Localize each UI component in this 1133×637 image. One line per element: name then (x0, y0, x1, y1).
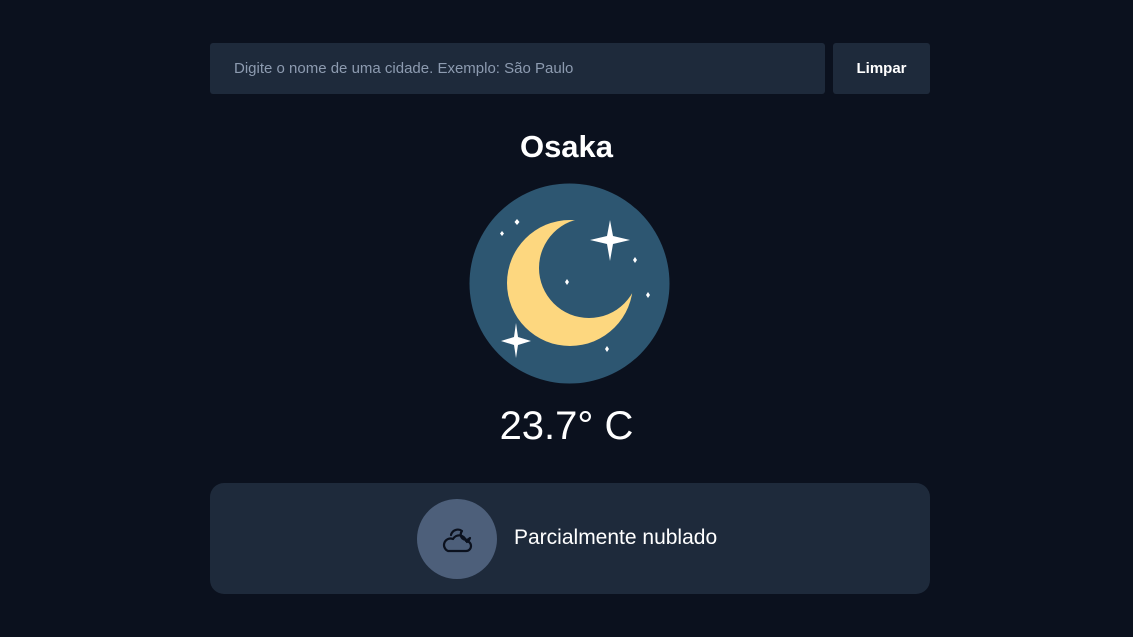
condition-card: Parcialmente nublado (210, 483, 930, 594)
city-name: Osaka (519, 129, 614, 164)
moon-stars-icon (469, 183, 670, 384)
weather-app: Limpar Osaka 23.7° C (0, 0, 1133, 637)
temperature-value: 23.7° C (499, 404, 634, 448)
condition-label: Parcialmente nublado (514, 526, 718, 549)
partly-cloudy-night-icon (417, 499, 497, 579)
clear-button[interactable]: Limpar (833, 43, 930, 94)
city-search-input[interactable] (210, 43, 825, 94)
search-bar: Limpar (210, 43, 930, 94)
